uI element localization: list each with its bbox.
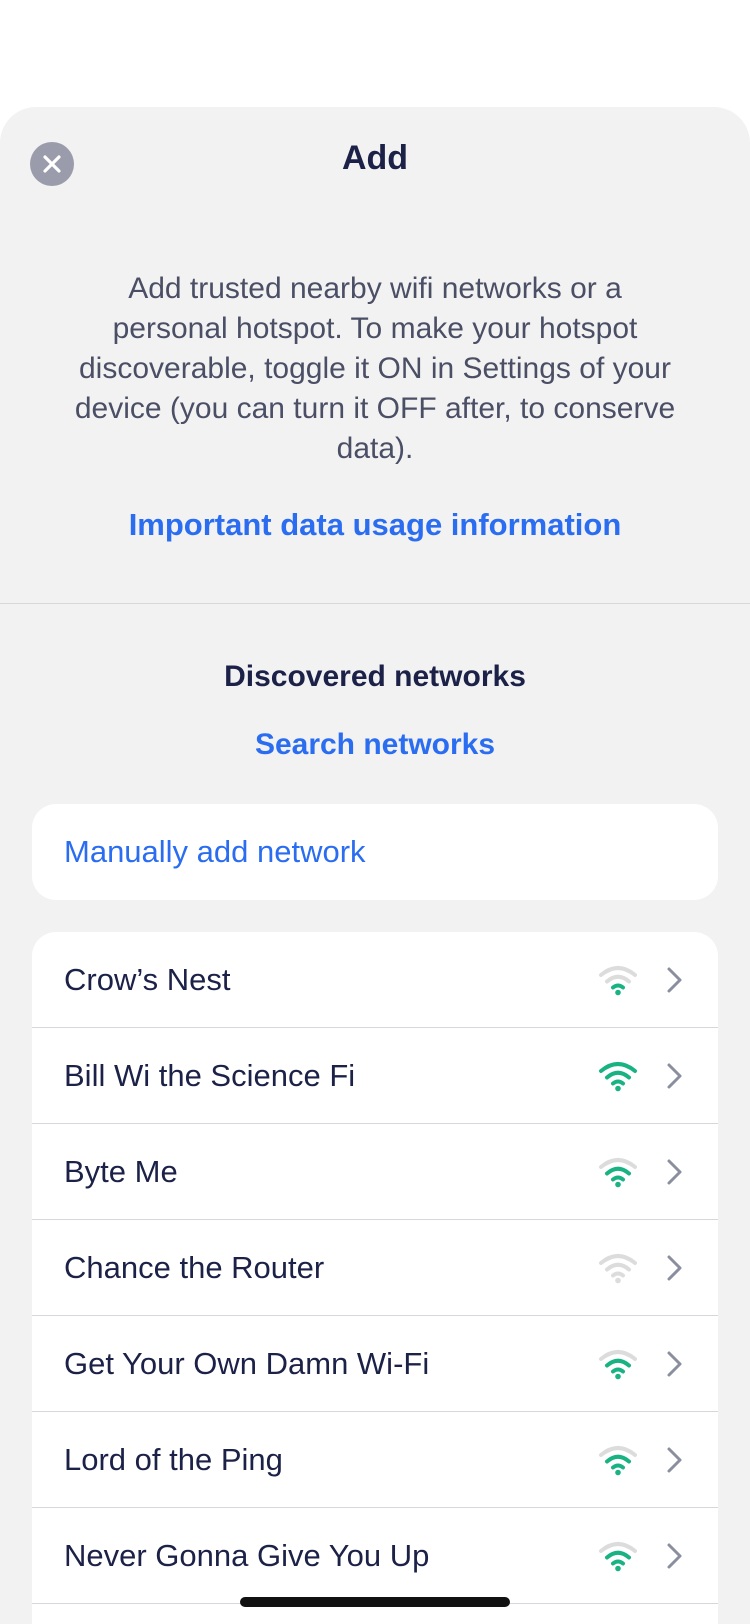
search-networks-link[interactable]: Search networks — [0, 728, 750, 762]
manually-add-network-button[interactable]: Manually add network — [32, 804, 718, 900]
description-text: Add trusted nearby wifi networks or a pe… — [74, 272, 676, 465]
network-row[interactable]: Get Your Own Damn Wi-Fi — [32, 1316, 718, 1412]
chevron-right-icon — [667, 1255, 682, 1280]
network-row[interactable]: Lord of the Ping — [32, 1412, 718, 1508]
wifi-signal-icon — [599, 1541, 637, 1571]
chevron-right-icon — [667, 1159, 682, 1184]
network-name: Bill Wi the Science Fi — [64, 1057, 356, 1093]
divider — [0, 603, 750, 604]
wifi-signal-icon — [599, 1061, 637, 1091]
wifi-signal-icon — [599, 1157, 637, 1187]
add-network-sheet: Add Add trusted nearby wifi networks or … — [0, 107, 750, 1624]
network-row[interactable]: Never Gonna Give You Up — [32, 1508, 718, 1604]
sheet-title: Add — [341, 139, 409, 177]
wifi-signal-icon — [599, 965, 637, 995]
wifi-signal-icon — [599, 1445, 637, 1475]
chevron-right-icon — [667, 1447, 682, 1472]
discovered-networks-title: Discovered networks — [224, 660, 526, 693]
wifi-signal-icon — [599, 1349, 637, 1379]
chevron-right-icon — [667, 967, 682, 992]
data-usage-link[interactable]: Important data usage information — [0, 507, 750, 543]
network-list: Crow’s Nest Bill Wi the Science Fi Byte Me… — [32, 932, 718, 1624]
network-row[interactable]: Bill Wi the Science Fi — [32, 1028, 718, 1124]
chevron-right-icon — [667, 1351, 682, 1376]
manually-add-network-label: Manually add network — [64, 834, 366, 869]
network-name: Crow’s Nest — [64, 961, 231, 997]
chevron-right-icon — [667, 1543, 682, 1568]
network-name: Chance the Router — [64, 1249, 325, 1285]
network-row[interactable]: Chance the Router — [32, 1220, 718, 1316]
home-indicator — [240, 1597, 510, 1607]
chevron-right-icon — [667, 1063, 682, 1088]
network-name: Byte Me — [64, 1153, 178, 1189]
network-name: Never Gonna Give You Up — [64, 1537, 430, 1573]
network-row[interactable]: Crow’s Nest — [32, 932, 718, 1028]
network-name: Get Your Own Damn Wi-Fi — [64, 1345, 430, 1381]
network-row[interactable]: Byte Me — [32, 1124, 718, 1220]
network-name: Lord of the Ping — [64, 1441, 283, 1477]
wifi-signal-icon — [599, 1253, 637, 1283]
